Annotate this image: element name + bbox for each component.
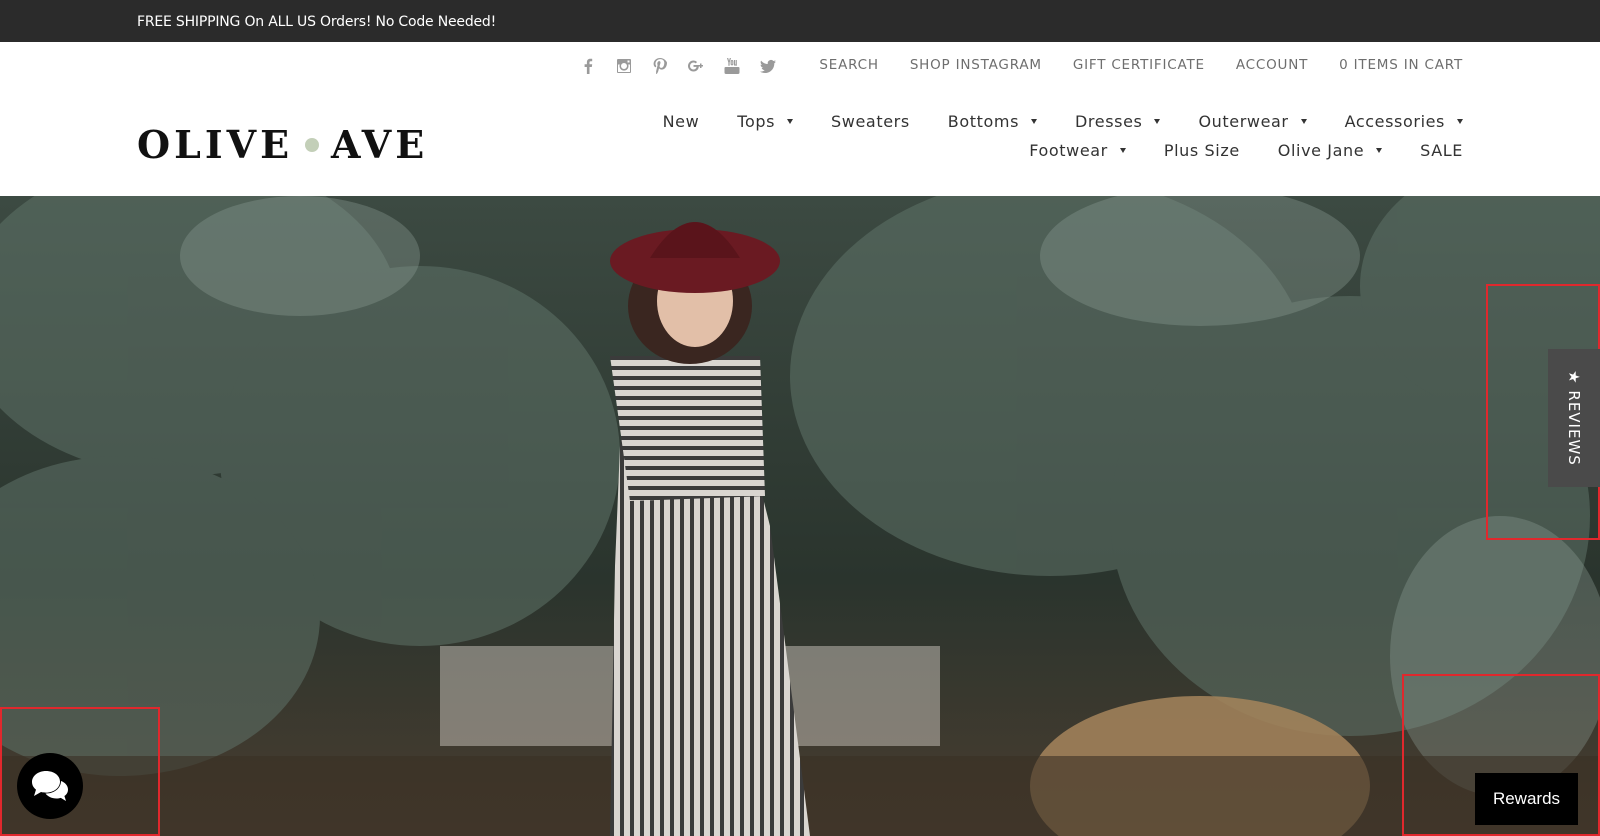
- gift-certificate-link[interactable]: GIFT CERTIFICATE: [1073, 57, 1205, 73]
- youtube-icon[interactable]: [722, 56, 742, 76]
- nav-new[interactable]: New: [663, 112, 700, 131]
- logo-word-left: OLIVE: [137, 122, 294, 167]
- utility-nav: SEARCH SHOP INSTAGRAM GIFT CERTIFICATE A…: [819, 57, 1463, 73]
- logo-word-right: AVE: [331, 122, 429, 167]
- caret-down-icon: [1031, 119, 1038, 124]
- site-header: SEARCH SHOP INSTAGRAM GIFT CERTIFICATE A…: [0, 42, 1600, 196]
- caret-down-icon: [787, 119, 794, 124]
- nav-sale[interactable]: SALE: [1420, 141, 1463, 160]
- reviews-label: ★ REVIEWS: [1565, 370, 1584, 466]
- hero-banner[interactable]: [0, 196, 1600, 836]
- nav-label: Dresses: [1075, 112, 1143, 131]
- hero-image: [0, 196, 1600, 836]
- site-logo[interactable]: OLIVE AVE: [137, 122, 428, 167]
- nav-sweaters[interactable]: Sweaters: [831, 112, 910, 131]
- nav-dresses[interactable]: Dresses: [1075, 112, 1161, 131]
- caret-down-icon: [1457, 119, 1463, 124]
- nav-label: SALE: [1420, 141, 1463, 160]
- nav-footwear[interactable]: Footwear: [1029, 141, 1126, 160]
- account-link[interactable]: ACCOUNT: [1236, 57, 1308, 73]
- caret-down-icon: [1300, 119, 1307, 124]
- nav-bottoms[interactable]: Bottoms: [947, 112, 1038, 131]
- nav-label: Bottoms: [947, 112, 1020, 131]
- rewards-button[interactable]: Rewards: [1475, 773, 1578, 825]
- search-link[interactable]: SEARCH: [819, 57, 878, 73]
- instagram-icon[interactable]: [614, 56, 634, 76]
- nav-label: Sweaters: [831, 112, 910, 131]
- announcement-text: FREE SHIPPING On ALL US Orders! No Code …: [137, 14, 497, 30]
- nav-outerwear[interactable]: Outerwear: [1198, 112, 1307, 131]
- nav-label: Plus Size: [1163, 141, 1240, 160]
- chat-bubbles-icon: [32, 771, 68, 801]
- nav-label: Outerwear: [1198, 112, 1289, 131]
- google-plus-icon[interactable]: [686, 56, 706, 76]
- main-nav: New Tops Sweaters Bottoms Dresses Outerw…: [603, 112, 1463, 160]
- logo-dot: [305, 137, 320, 152]
- shop-instagram-link[interactable]: SHOP INSTAGRAM: [910, 57, 1042, 73]
- facebook-icon[interactable]: [578, 56, 598, 76]
- nav-accessories[interactable]: Accessories: [1345, 112, 1463, 131]
- caret-down-icon: [1154, 119, 1161, 124]
- nav-plus-size[interactable]: Plus Size: [1164, 141, 1240, 160]
- social-links: [578, 56, 778, 76]
- nav-tops[interactable]: Tops: [737, 112, 794, 131]
- chat-button[interactable]: [17, 753, 83, 819]
- twitter-icon[interactable]: [758, 56, 778, 76]
- announcement-bar: FREE SHIPPING On ALL US Orders! No Code …: [0, 0, 1600, 42]
- nav-label: Accessories: [1344, 112, 1445, 131]
- nav-label: New: [662, 112, 700, 131]
- nav-label: Footwear: [1029, 141, 1108, 160]
- caret-down-icon: [1376, 148, 1383, 153]
- nav-label: Olive Jane: [1277, 141, 1365, 160]
- nav-label: Tops: [737, 112, 776, 131]
- cart-link[interactable]: 0 ITEMS IN CART: [1339, 57, 1463, 73]
- reviews-tab[interactable]: ★ REVIEWS: [1548, 349, 1600, 487]
- caret-down-icon: [1119, 148, 1126, 153]
- nav-olive-jane[interactable]: Olive Jane: [1277, 141, 1383, 160]
- pinterest-icon[interactable]: [650, 56, 670, 76]
